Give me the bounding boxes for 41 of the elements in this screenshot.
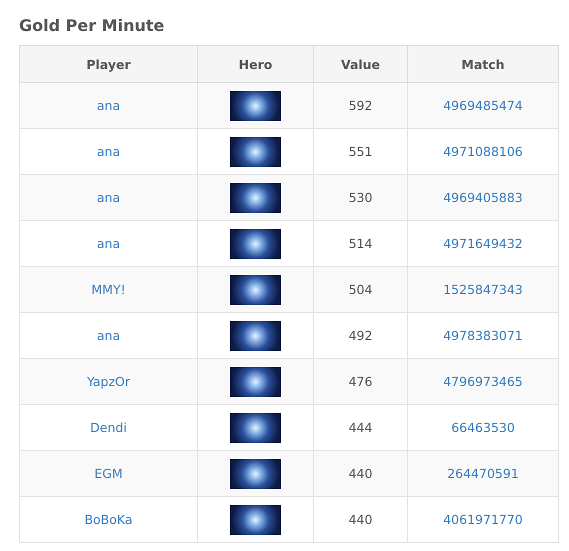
hero-image-placeholder	[230, 90, 281, 120]
table-cell: 440	[314, 496, 408, 542]
table-cell: 530	[314, 174, 408, 220]
player-link[interactable]: Dendi	[90, 420, 127, 435]
player-link[interactable]: ana	[96, 98, 120, 113]
hero-image-placeholder	[230, 136, 281, 166]
column-header: Hero	[198, 46, 314, 82]
player-link[interactable]: YapzOr	[86, 374, 130, 389]
table-cell: 504	[314, 266, 408, 312]
hero-image-placeholder	[230, 274, 281, 304]
player-link[interactable]: ana	[96, 328, 120, 343]
table-cell: 440	[314, 450, 408, 496]
column-header: Player	[20, 46, 198, 82]
player-link[interactable]: MMY!	[91, 282, 126, 297]
column-header: Value	[314, 46, 408, 82]
hero-image-placeholder	[230, 458, 281, 488]
hero-image-placeholder	[230, 228, 281, 258]
match-link[interactable]: 4796973465	[443, 374, 523, 389]
hero-image-placeholder	[230, 366, 281, 396]
match-link[interactable]: 4969405883	[443, 190, 523, 205]
player-link[interactable]: EGM	[94, 466, 123, 481]
match-link[interactable]: 4969485474	[443, 98, 523, 113]
match-link[interactable]: 1525847343	[443, 282, 523, 297]
match-link[interactable]: 264470591	[447, 466, 519, 481]
table-cell: 476	[314, 358, 408, 404]
match-link[interactable]: 4971649432	[443, 236, 523, 251]
hero-image-placeholder	[230, 412, 281, 442]
player-link[interactable]: BoBoKa	[84, 512, 133, 527]
match-link[interactable]: 66463530	[451, 420, 515, 435]
column-header: Match	[408, 46, 558, 82]
section-title: Gold Per Minute	[19, 16, 166, 35]
match-link[interactable]: 4978383071	[443, 328, 523, 343]
hero-image-placeholder	[230, 504, 281, 534]
hero-image-placeholder	[230, 182, 281, 212]
hero-image-placeholder	[230, 320, 281, 350]
match-link[interactable]: 4971088106	[443, 144, 523, 159]
player-link[interactable]: ana	[96, 236, 120, 251]
match-link[interactable]: 4061971770	[443, 512, 523, 527]
player-link[interactable]: ana	[96, 144, 120, 159]
table-cell: 592	[314, 82, 408, 128]
player-link[interactable]: ana	[96, 190, 120, 205]
